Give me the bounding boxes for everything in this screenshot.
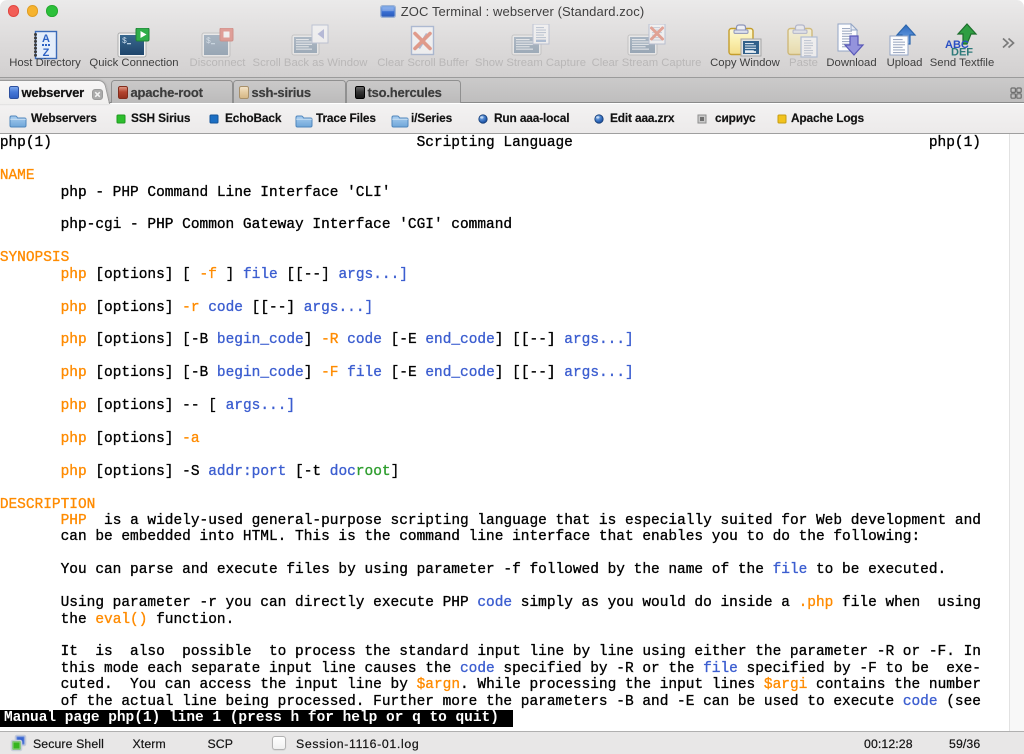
- svg-text:$: $: [122, 37, 127, 46]
- svg-text:A: A: [42, 33, 50, 45]
- svg-text:DEF: DEF: [951, 47, 973, 57]
- svg-text:$: $: [206, 37, 211, 46]
